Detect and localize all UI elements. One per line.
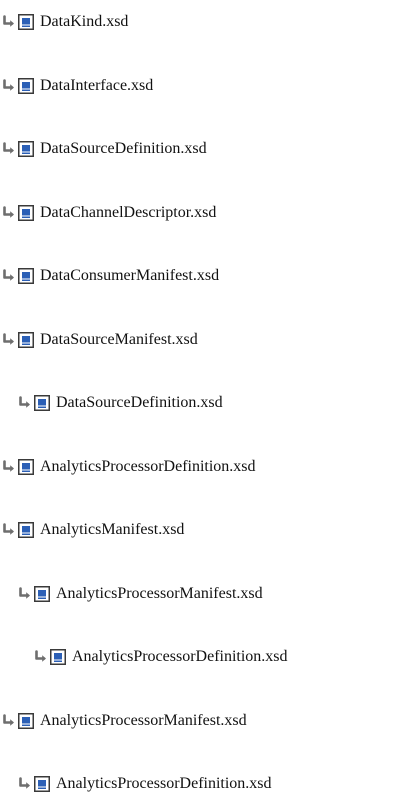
return-arrow-icon bbox=[2, 78, 16, 93]
return-arrow-icon bbox=[2, 269, 16, 283]
xsd-file-icon bbox=[18, 77, 34, 94]
xsd-file-icon bbox=[18, 458, 34, 475]
tree-item-analyticsprocessormanifest-child[interactable]: AnalyticsProcessorManifest.xsd bbox=[18, 582, 263, 606]
tree-item-label: DataKind.xsd bbox=[40, 13, 129, 30]
xsd-file-icon bbox=[34, 395, 50, 411]
return-arrow-icon bbox=[18, 396, 32, 410]
tree-item-label: AnalyticsProcessorManifest.xsd bbox=[40, 711, 247, 729]
tree-item-dataconsumermanifest[interactable]: DataConsumerManifest.xsd bbox=[2, 264, 219, 288]
return-arrow-icon bbox=[18, 777, 32, 791]
tree-item-label: AnalyticsProcessorManifest.xsd bbox=[56, 584, 263, 602]
tree-item-datasourcedefinition[interactable]: DataSourceDefinition.xsd bbox=[2, 137, 207, 161]
return-arrow-icon bbox=[2, 459, 16, 474]
tree-item-analyticsprocessordefinition-grandchild[interactable]: AnalyticsProcessorDefinition.xsd bbox=[34, 645, 288, 669]
xsd-file-icon bbox=[18, 204, 34, 221]
xsd-file-icon bbox=[18, 331, 34, 348]
return-arrow-icon bbox=[2, 523, 16, 537]
tree-item-label: AnalyticsManifest.xsd bbox=[40, 521, 185, 538]
xsd-file-icon bbox=[50, 649, 66, 665]
xsd-file-icon bbox=[18, 14, 34, 30]
tree-item-datainterface[interactable]: DataInterface.xsd bbox=[2, 74, 153, 98]
return-arrow-icon bbox=[34, 650, 48, 664]
schema-file-tree: DataKind.xsd DataInterface.xsd DataSourc… bbox=[0, 0, 394, 811]
tree-item-label: DataSourceDefinition.xsd bbox=[56, 394, 223, 411]
xsd-file-icon bbox=[34, 585, 50, 602]
tree-item-analyticsprocessordefinition[interactable]: AnalyticsProcessorDefinition.xsd bbox=[2, 455, 256, 479]
tree-item-label: DataSourceManifest.xsd bbox=[40, 330, 198, 348]
return-arrow-icon bbox=[2, 142, 16, 156]
return-arrow-icon bbox=[18, 586, 32, 601]
xsd-file-icon bbox=[34, 776, 50, 792]
xsd-file-icon bbox=[18, 522, 34, 538]
xsd-file-icon bbox=[18, 141, 34, 157]
tree-item-label: AnalyticsProcessorDefinition.xsd bbox=[72, 648, 288, 665]
tree-item-label: DataInterface.xsd bbox=[40, 76, 154, 94]
tree-item-analyticsmanifest[interactable]: AnalyticsManifest.xsd bbox=[2, 518, 184, 542]
xsd-file-icon bbox=[18, 712, 34, 729]
tree-item-datachanneldescriptor[interactable]: DataChannelDescriptor.xsd bbox=[2, 201, 216, 225]
tree-item-label: DataSourceDefinition.xsd bbox=[40, 140, 207, 157]
tree-item-datakind[interactable]: DataKind.xsd bbox=[2, 10, 128, 34]
return-arrow-icon bbox=[2, 205, 16, 220]
tree-item-label: DataConsumerManifest.xsd bbox=[40, 267, 220, 284]
tree-item-analyticsprocessordefinition-child[interactable]: AnalyticsProcessorDefinition.xsd bbox=[18, 772, 272, 796]
tree-item-label: AnalyticsProcessorDefinition.xsd bbox=[40, 457, 256, 475]
tree-item-datasourcemanifest[interactable]: DataSourceManifest.xsd bbox=[2, 328, 198, 352]
tree-item-label: DataChannelDescriptor.xsd bbox=[40, 203, 217, 221]
return-arrow-icon bbox=[2, 15, 16, 29]
tree-item-datasourcedefinition-child[interactable]: DataSourceDefinition.xsd bbox=[18, 391, 223, 415]
return-arrow-icon bbox=[2, 332, 16, 347]
xsd-file-icon bbox=[18, 268, 34, 284]
tree-item-label: AnalyticsProcessorDefinition.xsd bbox=[56, 775, 272, 792]
return-arrow-icon bbox=[2, 713, 16, 728]
tree-item-analyticsprocessormanifest[interactable]: AnalyticsProcessorManifest.xsd bbox=[2, 709, 247, 733]
